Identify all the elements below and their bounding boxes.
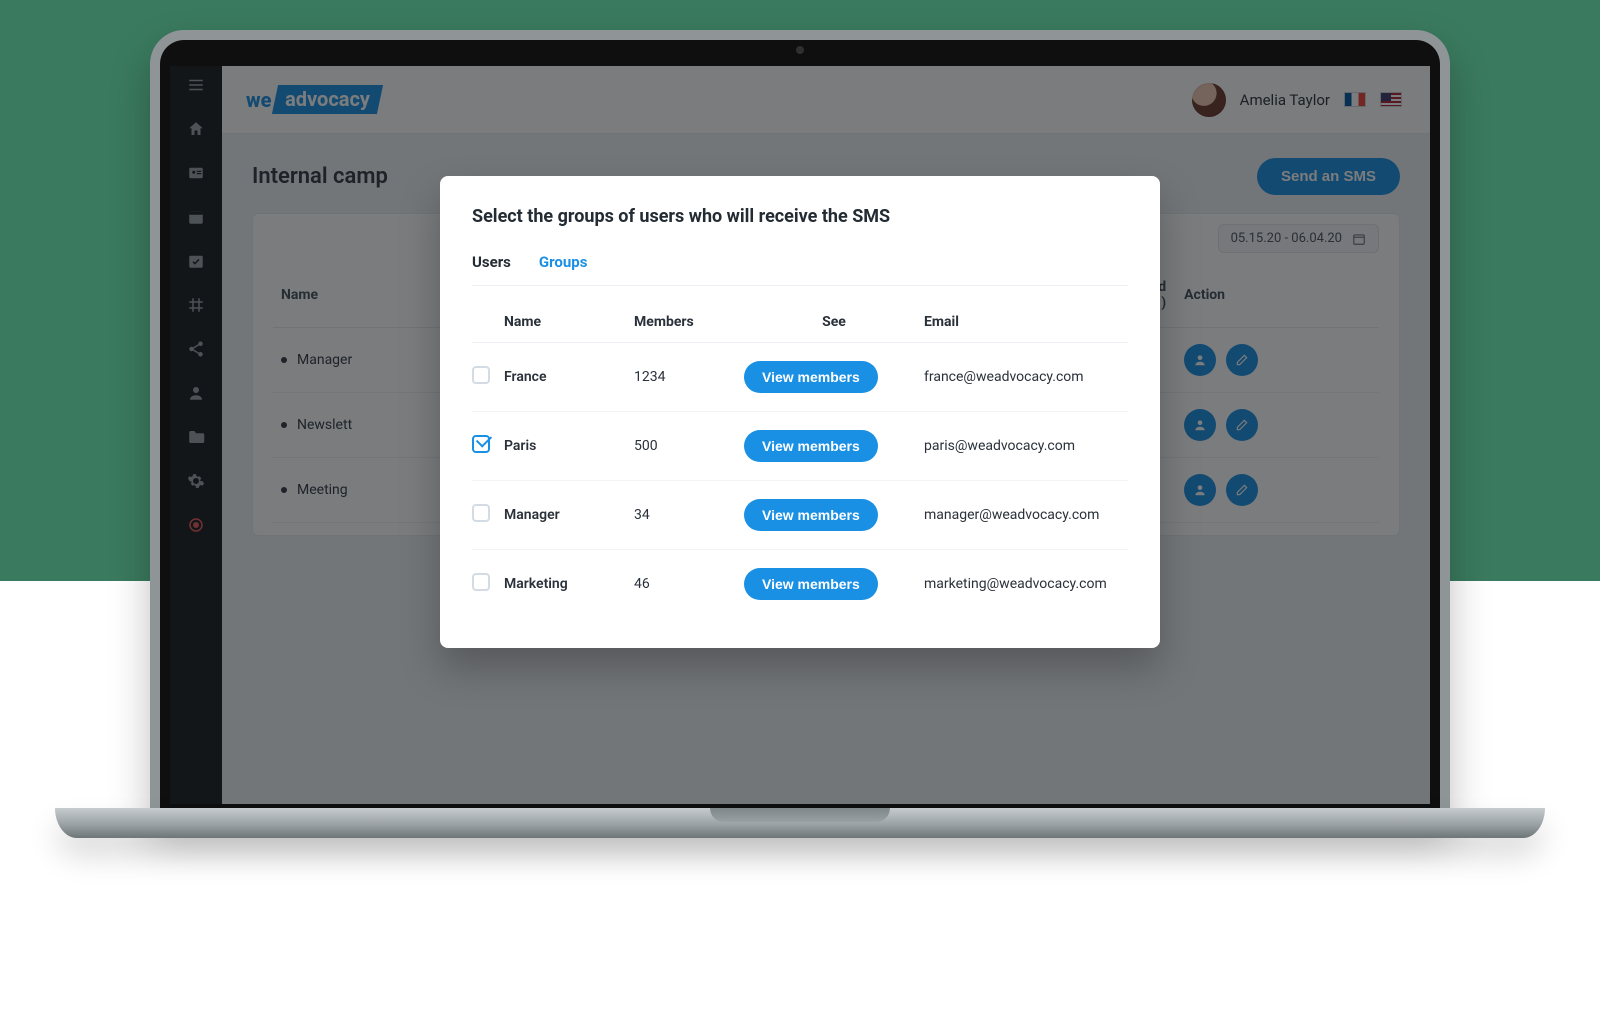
group-checkbox[interactable] [472,366,490,384]
group-row: France1234View members france@weadvocacy.… [472,343,1128,412]
group-name: Marketing [504,576,634,592]
tab-groups[interactable]: Groups [539,253,588,271]
select-groups-modal: Select the groups of users who will rece… [440,176,1160,648]
group-email: marketing@weadvocacy.com [924,576,1128,592]
laptop-base [55,808,1545,838]
group-email: paris@weadvocacy.com [924,438,1128,454]
m-col-name: Name [504,314,634,330]
group-checkbox[interactable] [472,504,490,522]
group-name: Manager [504,507,634,523]
modal-tabs: Users Groups [472,253,1128,286]
laptop-frame: we advocacy Amelia Taylor Internal camp … [150,30,1450,820]
group-row: Marketing46View members marketing@weadvoc… [472,550,1128,618]
camera-dot [796,46,804,54]
screen-area: we advocacy Amelia Taylor Internal camp … [170,66,1430,804]
view-members-button[interactable]: View members [744,361,878,393]
m-col-see: See [744,314,924,330]
group-name: Paris [504,438,634,454]
view-members-button[interactable]: View members [744,430,878,462]
group-members: 500 [634,438,744,454]
m-col-members: Members [634,314,744,330]
group-checkbox[interactable] [472,435,490,453]
group-email: france@weadvocacy.com [924,369,1128,385]
tab-users[interactable]: Users [472,253,511,271]
m-col-email: Email [924,314,1128,330]
page-root: we advocacy Amelia Taylor Internal camp … [0,0,1600,1019]
group-members: 34 [634,507,744,523]
view-members-button[interactable]: View members [744,568,878,600]
modal-title: Select the groups of users who will rece… [472,206,1128,227]
group-row: Manager34View members manager@weadvocacy.… [472,481,1128,550]
group-email: manager@weadvocacy.com [924,507,1128,523]
group-checkbox[interactable] [472,573,490,591]
group-name: France [504,369,634,385]
group-members: 1234 [634,369,744,385]
group-members: 46 [634,576,744,592]
group-row: Paris500View members paris@weadvocacy.com [472,412,1128,481]
view-members-button[interactable]: View members [744,499,878,531]
